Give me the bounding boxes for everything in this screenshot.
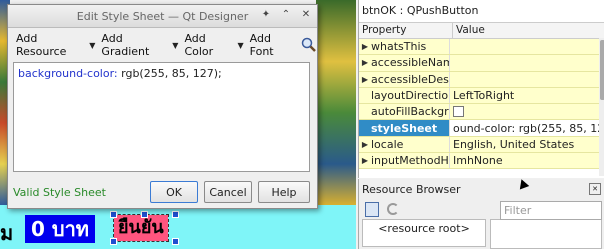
minimize-icon[interactable]: ⌃ bbox=[279, 8, 293, 22]
property-row[interactable]: ▶ whatsThis bbox=[359, 39, 604, 56]
resource-browser-header: Resource Browser ✕ bbox=[359, 179, 604, 199]
property-name: accessibleDesc... bbox=[371, 72, 449, 86]
resize-handle[interactable] bbox=[110, 238, 117, 245]
resize-handle[interactable] bbox=[141, 211, 148, 218]
validation-status: Valid Style Sheet bbox=[13, 185, 106, 199]
chevron-right-icon[interactable]: ▶ bbox=[359, 156, 371, 165]
resource-list[interactable] bbox=[490, 219, 602, 249]
property-value[interactable] bbox=[450, 55, 604, 70]
property-row-selected[interactable]: styleSheet ound-color: rgb(255, 85, 127)… bbox=[359, 120, 604, 137]
add-color-label: Add Color bbox=[184, 32, 214, 58]
css-value: rgb(255, 85, 127); bbox=[117, 67, 222, 80]
property-name: layoutDirection bbox=[371, 89, 450, 103]
close-icon[interactable]: ✕ bbox=[589, 183, 601, 195]
property-value[interactable] bbox=[450, 39, 604, 54]
edit-stylesheet-dialog: Edit Style Sheet — Qt Designer ✦ ⌃ ✕ Add… bbox=[7, 4, 318, 209]
dialog-title: Edit Style Sheet — Qt Designer bbox=[76, 9, 249, 23]
add-resource-label: Add Resource bbox=[16, 32, 67, 58]
property-row[interactable]: ▶accessibleDesc... bbox=[359, 71, 604, 88]
resource-tree[interactable]: <resource root> bbox=[362, 219, 486, 247]
property-name: accessibleName bbox=[371, 56, 449, 70]
property-editor: btnOK : QPushButton Property Value ▶ what… bbox=[358, 0, 604, 178]
resource-toolbar: Filter bbox=[359, 199, 604, 220]
resource-browser-title: Resource Browser bbox=[362, 182, 461, 196]
property-value[interactable]: ImhNone bbox=[450, 153, 604, 168]
search-icon[interactable] bbox=[301, 37, 317, 53]
property-name: locale bbox=[371, 137, 404, 151]
property-value[interactable]: LeftToRight bbox=[450, 88, 604, 103]
add-resource-button[interactable]: Add Resource ▼ bbox=[16, 32, 95, 58]
property-name: autoFillBackgro... bbox=[371, 105, 449, 119]
dialog-footer: Valid Style Sheet OK Cancel Help bbox=[13, 181, 310, 203]
property-value[interactable]: English, United States bbox=[450, 137, 604, 152]
chevron-right-icon[interactable]: ▶ bbox=[359, 75, 371, 84]
autofill-checkbox[interactable] bbox=[453, 106, 464, 118]
edit-resources-icon[interactable] bbox=[365, 201, 379, 217]
column-value[interactable]: Value bbox=[453, 23, 485, 38]
stylesheet-text-editor[interactable]: background-color: rgb(255, 85, 127); bbox=[13, 62, 310, 172]
pin-icon[interactable]: ✦ bbox=[259, 8, 273, 22]
reload-icon[interactable] bbox=[387, 203, 399, 215]
help-button[interactable]: Help bbox=[258, 181, 310, 203]
chevron-down-icon: ▼ bbox=[172, 40, 179, 50]
property-value[interactable] bbox=[450, 72, 604, 87]
label-partial: ม bbox=[0, 221, 14, 245]
add-color-button[interactable]: Add Color ▼ bbox=[184, 32, 243, 58]
amount-label[interactable]: 0 บาท bbox=[25, 215, 95, 243]
column-property[interactable]: Property bbox=[359, 23, 453, 38]
chevron-right-icon[interactable]: ▶ bbox=[359, 58, 371, 67]
property-row[interactable]: autoFillBackgro... bbox=[359, 104, 604, 121]
chevron-down-icon: ▼ bbox=[89, 40, 96, 50]
resize-handle[interactable] bbox=[172, 211, 179, 218]
background-image-right bbox=[316, 0, 356, 205]
add-gradient-button[interactable]: Add Gradient ▼ bbox=[101, 32, 178, 58]
resize-handle[interactable] bbox=[110, 211, 117, 218]
css-property: background-color: bbox=[18, 67, 118, 80]
property-row[interactable]: ▶accessibleName bbox=[359, 55, 604, 72]
property-name: whatsThis bbox=[371, 40, 427, 54]
chevron-right-icon[interactable]: ▶ bbox=[359, 42, 371, 51]
scrollbar-thumb[interactable] bbox=[600, 40, 604, 100]
ok-button[interactable]: OK bbox=[150, 181, 198, 203]
property-row[interactable]: ▶inputMethodHin... ImhNone bbox=[359, 153, 604, 170]
property-name: inputMethodHin... bbox=[371, 154, 449, 168]
resize-handle[interactable] bbox=[172, 238, 179, 245]
stylesheet-value[interactable]: ound-color: rgb(255, 85, 127); bbox=[453, 122, 604, 135]
chevron-right-icon[interactable]: ▶ bbox=[359, 140, 371, 149]
dialog-toolbar: Add Resource ▼ Add Gradient ▼ Add Color … bbox=[8, 28, 317, 62]
filter-input[interactable]: Filter bbox=[500, 201, 602, 220]
add-font-label: Add Font bbox=[249, 32, 274, 58]
add-gradient-label: Add Gradient bbox=[101, 32, 150, 58]
resource-browser: Resource Browser ✕ Filter <resource root… bbox=[358, 179, 604, 249]
object-name: btnOK : QPushButton bbox=[359, 0, 604, 23]
close-icon[interactable]: ✕ bbox=[299, 8, 313, 22]
confirm-button-preview[interactable]: ยืนยัน bbox=[113, 214, 169, 242]
property-table-header: Property Value bbox=[359, 23, 604, 39]
cancel-button[interactable]: Cancel bbox=[204, 181, 252, 203]
chevron-down-icon: ▼ bbox=[237, 40, 244, 50]
property-row[interactable]: ▶ locale English, United States bbox=[359, 136, 604, 154]
add-font-button[interactable]: Add Font bbox=[250, 32, 295, 58]
property-name: styleSheet bbox=[371, 121, 438, 135]
resource-root-item[interactable]: <resource root> bbox=[378, 222, 470, 235]
dialog-titlebar[interactable]: Edit Style Sheet — Qt Designer ✦ ⌃ ✕ bbox=[8, 5, 317, 28]
property-row[interactable]: layoutDirection LeftToRight bbox=[359, 87, 604, 105]
